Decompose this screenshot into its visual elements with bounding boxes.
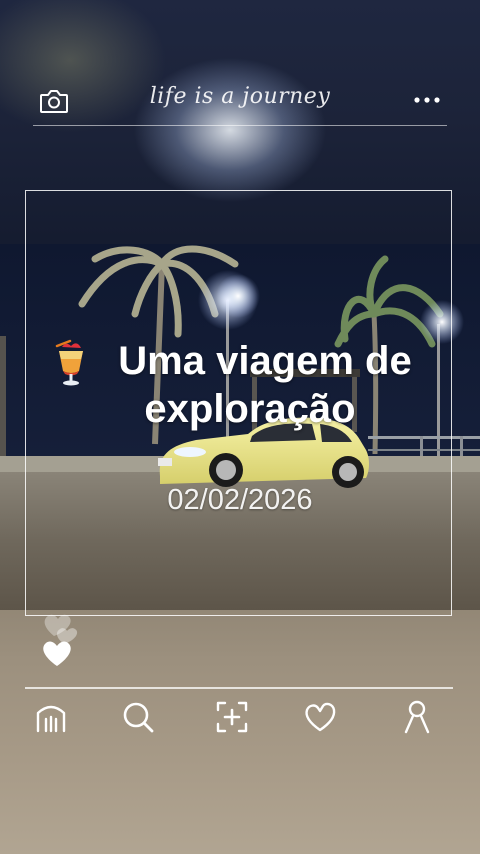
heart-icon[interactable] [302,699,338,735]
more-dots-icon[interactable] [413,90,441,110]
app-title: life is a journey [149,84,331,109]
profile-icon[interactable] [399,699,435,735]
post-title: Uma viagem de exploração [55,337,445,433]
hearts-icon[interactable] [38,610,82,668]
post-date: 02/02/2026 [167,484,313,516]
bottom-divider [25,687,453,689]
search-icon[interactable] [120,699,156,735]
add-post-icon[interactable] [214,699,250,735]
post-title-line1: Uma viagem de [118,339,412,383]
post-title-line2: exploração [144,387,356,431]
top-divider [33,124,447,126]
top-bar: life is a journey [33,78,447,126]
phone-screen: life is a journey Uma viagem de exploraç… [0,0,480,854]
home-icon[interactable] [33,699,69,735]
